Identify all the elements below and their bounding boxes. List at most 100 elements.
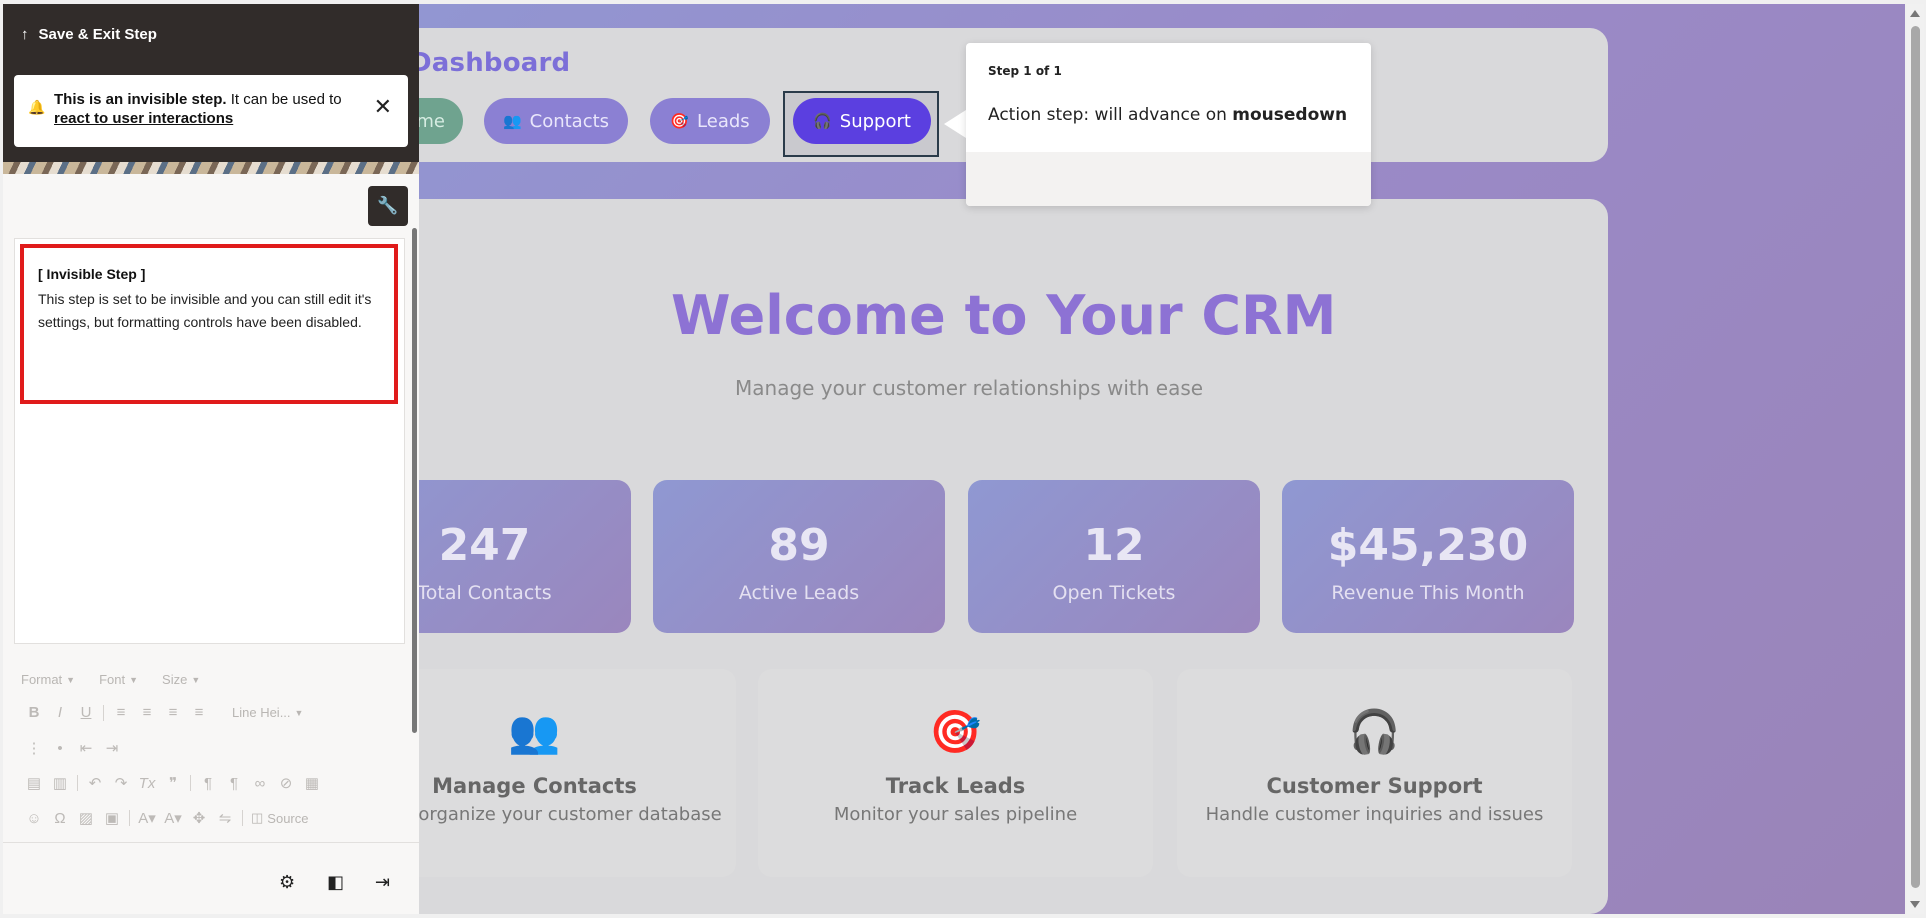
underline-icon[interactable]: U	[73, 704, 99, 721]
align-center-icon[interactable]: ≡	[134, 704, 160, 721]
welcome-title: Welcome to Your CRM	[671, 284, 1337, 347]
undo-icon[interactable]: ↶	[82, 774, 108, 792]
chevron-down-icon: ▼	[66, 674, 76, 685]
paste-icon[interactable]: ▤	[21, 774, 47, 792]
unlink-icon[interactable]: ⊘	[273, 774, 299, 792]
toolbar-row-selects: Format ▼ Font ▼ Size ▼	[21, 672, 224, 687]
text-color-icon[interactable]: A▾	[134, 809, 160, 827]
chevron-down-icon: ▼	[129, 674, 139, 685]
rtl-icon[interactable]: ¶	[221, 775, 247, 792]
toolbar-row-insert: ☺ Ω ▨ ▣ A▾ A▾ ✥ ⇋ ◫ Source	[21, 809, 333, 828]
chevron-down-icon: ▼	[191, 674, 201, 685]
feature-card-support[interactable]: 🎧 Customer Support Handle customer inqui…	[1177, 669, 1572, 877]
stat-value: 12	[1083, 520, 1145, 571]
stat-label: Active Leads	[738, 582, 860, 604]
outdent-icon[interactable]: ⇤	[73, 739, 99, 757]
ltr-icon[interactable]: ¶	[195, 775, 221, 792]
toolbar-row-format: B I U ≡ ≡ ≡ ≡ Line Hei... ▼	[21, 704, 327, 721]
gear-icon[interactable]: ⚙	[279, 872, 295, 893]
stat-card-leads: 89 Active Leads	[653, 480, 945, 633]
stat-label: Open Tickets	[1052, 582, 1176, 604]
notice-text: This is an invisible step. It can be use…	[54, 90, 354, 128]
source-icon: ◫	[251, 810, 264, 825]
nav-support-button[interactable]: 🎧 Support	[793, 98, 931, 144]
tooltip-message-event: mousedown	[1232, 105, 1348, 125]
source-button[interactable]: ◫ Source	[251, 810, 309, 826]
toolbar-divider	[77, 775, 78, 791]
align-left-icon[interactable]: ≡	[108, 704, 134, 721]
align-justify-icon[interactable]: ≡	[186, 704, 212, 721]
flow-icon[interactable]: ⇋	[212, 809, 238, 827]
paste-text-icon[interactable]: ▥	[47, 774, 73, 792]
clear-format-icon[interactable]: Tx	[134, 775, 160, 792]
stat-label: Revenue This Month	[1331, 582, 1525, 604]
format-select-label: Format	[21, 672, 63, 687]
link-icon[interactable]: ∞	[247, 775, 273, 792]
stat-value: $45,230	[1327, 520, 1529, 571]
scroll-up-arrow-icon[interactable]	[1910, 10, 1920, 17]
feature-title: Track Leads	[885, 774, 1026, 798]
tooltip-footer	[966, 152, 1371, 206]
exit-icon[interactable]: ⇥	[375, 872, 390, 893]
scroll-thumb[interactable]	[1911, 26, 1920, 888]
step-editor-panel: ↑ Save & Exit Step 🔔 This is an invisibl…	[3, 4, 419, 914]
feature-description: Handle customer inquiries and issues	[1205, 804, 1544, 825]
wrench-button[interactable]: 🔧	[368, 186, 408, 226]
emoji-icon[interactable]: ☺	[21, 810, 47, 827]
scroll-down-arrow-icon[interactable]	[1910, 901, 1920, 908]
move-icon[interactable]: ✥	[186, 809, 212, 827]
toolbar-row-edit: ▤ ▥ ↶ ↷ Tx ❞ ¶ ¶ ∞ ⊘ ▦	[21, 774, 325, 793]
bullet-list-icon[interactable]: •	[47, 740, 73, 757]
feature-title: Customer Support	[1266, 774, 1483, 798]
numbered-list-icon[interactable]: ⋮	[21, 739, 47, 757]
target-icon: 🎯	[929, 707, 982, 756]
wrench-icon: 🔧	[377, 196, 399, 216]
invisible-step-title: [ Invisible Step ]	[38, 266, 146, 282]
nav-leads-button[interactable]: 🎯 Leads	[650, 98, 770, 144]
close-icon[interactable]: ✕	[374, 95, 392, 120]
chevron-down-icon: ▼	[294, 707, 304, 718]
notice-link[interactable]: react to user interactions	[54, 110, 233, 127]
format-select[interactable]: Format ▼	[21, 672, 75, 687]
stat-value: 89	[768, 520, 830, 571]
arrow-up-icon: ↑	[21, 26, 29, 43]
invisible-step-notice: 🔔 This is an invisible step. It can be u…	[14, 75, 408, 147]
tooltip-step-count: Step 1 of 1	[988, 64, 1062, 78]
page-scrollbar[interactable]	[1907, 4, 1924, 914]
bold-icon[interactable]: B	[21, 704, 47, 721]
stat-card-revenue: $45,230 Revenue This Month	[1282, 480, 1574, 633]
tooltip-message-prefix: Action step: will advance on	[988, 105, 1233, 125]
line-height-label: Line Hei...	[232, 705, 291, 720]
quote-icon[interactable]: ❞	[160, 774, 186, 792]
stat-card-tickets: 12 Open Tickets	[968, 480, 1260, 633]
media-icon[interactable]: ▣	[99, 809, 125, 827]
panel-scroll-thumb[interactable]	[412, 228, 417, 733]
size-select-label: Size	[162, 672, 188, 687]
toolbar-divider	[190, 775, 191, 791]
tooltip-arrow	[944, 110, 966, 138]
bg-color-icon[interactable]: A▾	[160, 809, 186, 827]
notice-bold: This is an invisible step.	[54, 91, 227, 108]
save-exit-button[interactable]: ↑ Save & Exit Step	[21, 26, 157, 43]
line-height-select[interactable]: Line Hei... ▼	[232, 705, 303, 720]
redo-icon[interactable]: ↷	[108, 774, 134, 792]
nav-home-label: me	[416, 110, 445, 132]
table-icon[interactable]: ▦	[299, 774, 325, 792]
headphones-icon: 🎧	[813, 112, 832, 130]
align-right-icon[interactable]: ≡	[160, 704, 186, 721]
image-icon[interactable]: ▨	[73, 809, 99, 827]
dashboard-title: Dashboard	[410, 48, 571, 78]
italic-icon[interactable]: I	[47, 704, 73, 721]
nav-contacts-button[interactable]: 👥 Contacts	[484, 98, 628, 144]
feature-card-leads[interactable]: 🎯 Track Leads Monitor your sales pipelin…	[758, 669, 1153, 877]
source-label: Source	[267, 810, 309, 826]
special-char-icon[interactable]: Ω	[47, 810, 73, 827]
toolbar-divider	[103, 704, 104, 721]
size-select[interactable]: Size ▼	[162, 672, 200, 687]
font-select-label: Font	[99, 672, 126, 687]
indent-icon[interactable]: ⇥	[99, 739, 125, 757]
save-exit-label: Save & Exit Step	[38, 26, 157, 43]
toolbar-row-lists: ⋮ • ⇤ ⇥	[21, 739, 125, 758]
collapse-panel-icon[interactable]: ◧	[327, 872, 344, 893]
font-select[interactable]: Font ▼	[99, 672, 138, 687]
